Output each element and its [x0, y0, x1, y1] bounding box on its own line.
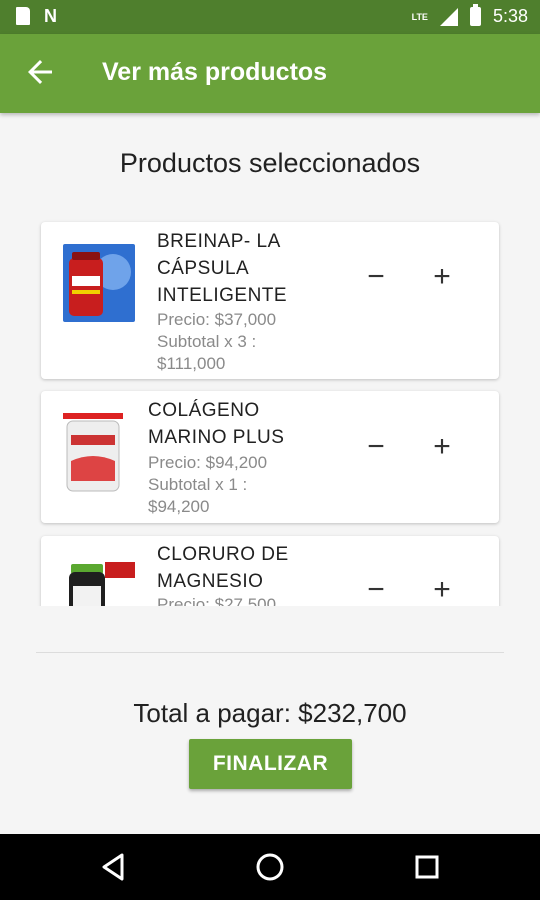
nav-home-button[interactable] — [252, 849, 288, 885]
product-image-cloruro — [65, 556, 137, 606]
nav-back-button[interactable] — [96, 849, 132, 885]
product-meta: Precio: $27,500 — [157, 594, 276, 606]
product-subtotal: Subtotal x 1 : — [148, 475, 248, 494]
product-card: BREINAP- LA CÁPSULA INTELIGENTE Precio: … — [41, 222, 499, 379]
clock: 5:38 — [492, 6, 528, 26]
product-name: BREINAP- LA CÁPSULA INTELIGENTE — [157, 231, 288, 306]
back-button[interactable] — [22, 54, 58, 90]
product-subtotal: Subtotal x 3 : — [157, 332, 257, 351]
app-bar: Ver más productos — [0, 34, 540, 113]
nav-recents-button[interactable] — [409, 849, 445, 885]
product-image-colageno — [61, 411, 125, 493]
product-card: CLORURO DE MAGNESIO Precio: $27,500 − + — [41, 536, 499, 606]
sd-card-icon — [16, 7, 30, 25]
notification-n-icon: N — [44, 6, 57, 26]
circle-home-icon — [256, 853, 284, 881]
decrease-quantity-button[interactable]: − — [358, 259, 394, 295]
product-meta: Precio: $37,000 Subtotal x 3 : $111,000 — [157, 309, 276, 375]
product-list[interactable]: BREINAP- LA CÁPSULA INTELIGENTE Precio: … — [0, 213, 540, 606]
battery-icon — [469, 4, 481, 26]
product-card: COLÁGENO MARINO PLUS Precio: $94,200 Sub… — [41, 391, 499, 523]
increase-quantity-button[interactable]: + — [424, 429, 460, 465]
product-name: CLORURO DE MAGNESIO — [157, 544, 289, 592]
product-name: COLÁGENO MARINO PLUS — [148, 400, 285, 448]
product-subtotal-value: $94,200 — [148, 497, 210, 516]
triangle-back-icon — [102, 853, 124, 881]
status-bar: N LTE 5:38 — [0, 0, 540, 34]
product-price: Precio: $37,000 — [157, 310, 277, 329]
arrow-back-icon — [28, 60, 52, 84]
lte-label: LTE — [411, 11, 428, 22]
product-price: Precio: $94,200 — [148, 453, 268, 472]
decrease-quantity-button[interactable]: − — [358, 572, 394, 606]
signal-icon — [439, 7, 458, 26]
increase-quantity-button[interactable]: + — [424, 259, 460, 295]
product-price: Precio: $27,500 — [157, 595, 277, 606]
product-meta: Precio: $94,200 Subtotal x 1 : $94,200 — [148, 452, 267, 518]
navigation-bar — [0, 834, 540, 900]
divider — [36, 652, 504, 653]
page-title: Ver más productos — [102, 58, 328, 86]
square-recents-icon — [415, 855, 439, 879]
product-subtotal-value: $111,000 — [157, 354, 226, 373]
finish-button[interactable]: FINALIZAR — [189, 739, 352, 789]
total-label: Total a pagar: $232,700 — [133, 698, 407, 728]
decrease-quantity-button[interactable]: − — [358, 429, 394, 465]
section-title: Productos seleccionados — [119, 148, 421, 178]
product-image-breinap — [63, 244, 135, 322]
increase-quantity-button[interactable]: + — [424, 572, 460, 606]
